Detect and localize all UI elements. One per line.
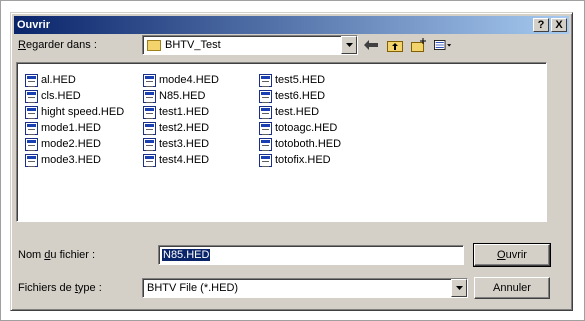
- file-name: mode2.HED: [41, 138, 101, 150]
- file-item[interactable]: mode4.HED: [143, 72, 219, 88]
- file-item[interactable]: test6.HED: [259, 88, 325, 104]
- hed-file-icon: [259, 105, 272, 119]
- filetype-dropdown-button[interactable]: [451, 279, 467, 297]
- dialog-title: Ouvrir: [17, 19, 51, 31]
- file-name: al.HED: [41, 74, 76, 86]
- hed-file-icon: [259, 89, 272, 103]
- file-item[interactable]: hight speed.HED: [25, 104, 124, 120]
- file-name: test3.HED: [159, 138, 210, 150]
- filetype-label-rest: ype :: [77, 282, 102, 294]
- file-name: test5.HED: [275, 74, 326, 86]
- file-item[interactable]: test1.HED: [143, 104, 209, 120]
- file-item[interactable]: totoboth.HED: [259, 136, 341, 152]
- file-name: mode1.HED: [41, 122, 101, 134]
- file-item[interactable]: test2.HED: [143, 120, 209, 136]
- file-name: test1.HED: [159, 106, 210, 118]
- view-menu-icon[interactable]: [434, 36, 452, 54]
- file-name: hight speed.HED: [41, 106, 125, 118]
- file-item[interactable]: test.HED: [259, 104, 319, 120]
- hed-file-icon: [259, 153, 272, 167]
- chevron-down-icon: [455, 286, 463, 290]
- filename-value: N85.HED: [162, 249, 211, 261]
- open-button-label: uvrir: [505, 249, 527, 261]
- look-in-label-text: egarder dans :: [25, 39, 97, 51]
- filename-label-rest: u fichier :: [50, 249, 96, 261]
- title-buttons: ? X: [533, 18, 569, 32]
- toolbar: [362, 36, 452, 54]
- folder-icon: [147, 39, 161, 51]
- hed-file-icon: [143, 89, 156, 103]
- file-item[interactable]: al.HED: [25, 72, 76, 88]
- file-list[interactable]: al.HED cls.HED hight speed.HED mode1.HED…: [16, 62, 547, 222]
- back-icon[interactable]: [362, 36, 380, 54]
- look-in-value-wrap: BHTV_Test: [143, 39, 341, 51]
- up-folder-icon[interactable]: [386, 36, 404, 54]
- hed-file-icon: [259, 73, 272, 87]
- hed-file-icon: [25, 153, 38, 167]
- chevron-down-icon: [345, 43, 353, 47]
- filename-label: Nom du fichier :: [18, 249, 95, 261]
- file-name: mode3.HED: [41, 154, 101, 166]
- hed-file-icon: [25, 73, 38, 87]
- look-in-value: BHTV_Test: [165, 39, 221, 51]
- look-in-combo[interactable]: BHTV_Test: [142, 35, 358, 55]
- hed-file-icon: [259, 137, 272, 151]
- file-item[interactable]: totofix.HED: [259, 152, 331, 168]
- hed-file-icon: [25, 137, 38, 151]
- file-name: test6.HED: [275, 90, 326, 102]
- filename-input[interactable]: N85.HED: [158, 245, 464, 265]
- file-item[interactable]: test3.HED: [143, 136, 209, 152]
- title-bar[interactable]: Ouvrir ? X: [14, 16, 569, 34]
- file-item[interactable]: mode2.HED: [25, 136, 101, 152]
- hed-file-icon: [143, 153, 156, 167]
- file-name: cls.HED: [41, 90, 81, 102]
- filename-label-prefix: Nom: [18, 249, 45, 261]
- open-button-accel: O: [497, 249, 506, 261]
- file-item[interactable]: cls.HED: [25, 88, 81, 104]
- hed-file-icon: [143, 137, 156, 151]
- filetype-value: BHTV File (*.HED): [147, 282, 239, 294]
- hed-file-icon: [143, 105, 156, 119]
- filetype-label: Fichiers de type :: [18, 282, 102, 294]
- file-name: totoagc.HED: [275, 122, 338, 134]
- hed-file-icon: [143, 73, 156, 87]
- help-button[interactable]: ?: [533, 18, 549, 32]
- close-button[interactable]: X: [551, 18, 567, 32]
- look-in-accel: R: [18, 39, 26, 51]
- hed-file-icon: [143, 121, 156, 135]
- file-item[interactable]: mode3.HED: [25, 152, 101, 168]
- filetype-label-prefix: Fichiers de: [18, 282, 75, 294]
- file-item[interactable]: N85.HED: [143, 88, 205, 104]
- hed-file-icon: [25, 89, 38, 103]
- hed-file-icon: [259, 121, 272, 135]
- file-item[interactable]: mode1.HED: [25, 120, 101, 136]
- cancel-button[interactable]: Annuler: [474, 277, 550, 299]
- hed-file-icon: [25, 105, 38, 119]
- hed-file-icon: [25, 121, 38, 135]
- open-button[interactable]: Ouvrir: [473, 243, 551, 267]
- file-name: test4.HED: [159, 154, 210, 166]
- file-item[interactable]: test5.HED: [259, 72, 325, 88]
- look-in-dropdown-button[interactable]: [341, 36, 357, 54]
- look-in-label: Regarder dans :: [18, 39, 97, 51]
- file-name: N85.HED: [159, 90, 206, 102]
- file-item[interactable]: totoagc.HED: [259, 120, 337, 136]
- new-folder-icon[interactable]: [410, 36, 428, 54]
- filetype-select[interactable]: BHTV File (*.HED): [142, 278, 468, 298]
- file-name: test2.HED: [159, 122, 210, 134]
- file-name: totofix.HED: [275, 154, 331, 166]
- file-name: mode4.HED: [159, 74, 219, 86]
- file-name: totoboth.HED: [275, 138, 342, 150]
- file-name: test.HED: [275, 106, 320, 118]
- file-item[interactable]: test4.HED: [143, 152, 209, 168]
